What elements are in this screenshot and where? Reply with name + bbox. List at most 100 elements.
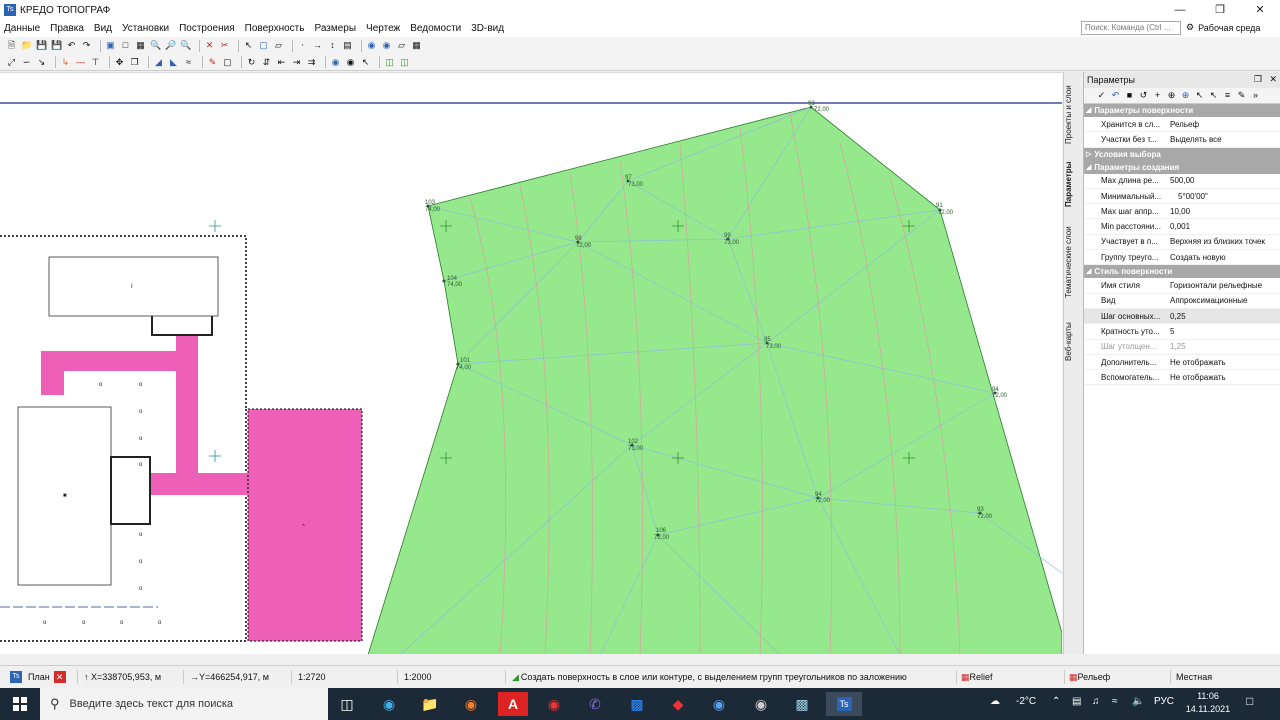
active-layer[interactable]: ▦Relief [961,670,1065,684]
param-value[interactable]: Не отображать [1168,358,1226,367]
dock-icon[interactable]: ❐ [1254,74,1262,84]
break-icon[interactable]: ⊤ [90,57,101,68]
building[interactable] [48,256,219,317]
minimize-icon[interactable]: — [1160,0,1200,20]
view-mode-icon[interactable]: ◉ [381,40,392,51]
param-value[interactable]: 5°00'00" [1168,192,1208,201]
menu-3d-view[interactable]: 3D-вид [471,23,504,34]
tab-projects-layers[interactable]: Проекты и слои [1064,80,1084,150]
eye-icon[interactable]: ◉ [366,40,377,51]
undo-step-icon[interactable]: ↶ [1110,90,1121,101]
param-row[interactable]: Max длина ре... 500,00 [1084,174,1280,189]
export-icon[interactable]: ◫ [384,57,395,68]
new-file-icon[interactable]: 🗎 [6,40,17,51]
notifications-icon[interactable]: □ [1246,694,1253,708]
tab-parameters[interactable]: Параметры [1064,158,1084,210]
param-row[interactable]: Минимальный... 5°00'00" [1084,189,1280,205]
anydesk-icon[interactable]: ◆ [663,692,693,716]
measure-icon[interactable]: ↘ [36,57,47,68]
window-icon[interactable]: □ [120,40,131,51]
surface-icon[interactable]: ◣ [168,57,179,68]
param-row[interactable]: Имя стиля Горизонтали рельефные [1084,278,1280,294]
zoom-in-icon[interactable]: 🔍 [150,40,161,51]
network-icon[interactable]: ▤ [1072,696,1081,707]
volume-icon[interactable]: ♫ [1092,696,1100,707]
delete-icon[interactable]: ✕ [204,40,215,51]
close-icon[interactable]: ✕ [1240,0,1280,20]
coordinate-system[interactable]: Местная [1176,670,1276,684]
line-icon[interactable]: — [75,57,86,68]
table-icon[interactable]: ▤ [342,40,353,51]
param-value[interactable]: 0,25 [1168,312,1186,321]
distribute-icon[interactable]: ⇥ [291,57,302,68]
param-value[interactable]: Выделять все [1168,135,1222,144]
select-tool-icon[interactable]: ↖ [1194,90,1205,101]
plan-drawing[interactable]: 93 72,00 97 73,00 91 72,00 103 74,00 98 … [0,73,1062,654]
command-search-input[interactable]: Поиск: Команда (Ctrl ... [1081,21,1181,35]
menu-view[interactable]: Вид [94,23,112,34]
pin-icon[interactable]: ◉ [330,57,341,68]
workspace-selector[interactable]: ⚙ Рабочая среда [1186,22,1260,33]
align-icon[interactable]: ⇤ [276,57,287,68]
stop-icon[interactable]: ■ [1124,90,1135,101]
select-contour-icon[interactable]: ▱ [273,40,284,51]
group-creation-params[interactable]: ◢ Параметры создания [1084,160,1280,174]
parking-area[interactable] [247,408,363,642]
polyline-icon[interactable]: ∽ [21,57,32,68]
speaker-icon[interactable]: 🔈 [1132,696,1144,707]
menu-drawing[interactable]: Чертеж [366,23,400,34]
flip-icon[interactable]: ⇵ [261,57,272,68]
firefox-icon[interactable]: ◉ [456,692,486,716]
group-selection-conditions[interactable]: ▷ Условия выбора [1084,147,1280,161]
menu-reports[interactable]: Ведомости [410,23,461,34]
menu-dimensions[interactable]: Размеры [314,23,356,34]
zoom-all-icon[interactable]: 🔍 [180,40,191,51]
redo-icon[interactable]: ↷ [81,40,92,51]
select-arrow-icon[interactable]: ↖ [243,40,254,51]
tab-web-maps[interactable]: Веб-карты [1064,316,1084,368]
file-explorer-icon[interactable]: 📁 [415,692,445,716]
param-value[interactable]: Верхняя из близких точек [1168,237,1265,246]
viber-icon[interactable]: ✆ [580,692,610,716]
offset-icon[interactable]: ⇉ [306,57,317,68]
group-surface-params[interactable]: ◢ Параметры поверхности [1084,104,1280,117]
notes-icon[interactable]: ▩ [787,692,817,716]
relief-layer[interactable]: ▦Рельеф [1069,670,1171,684]
rotate-icon[interactable]: ↻ [246,57,257,68]
save-icon[interactable]: 💾 [36,40,47,51]
param-value[interactable]: 500,00 [1168,176,1194,185]
drawing-scale[interactable]: 1:2000 [404,670,506,684]
pencil-icon[interactable]: ✎ [1236,90,1247,101]
target-icon[interactable]: ⊕ [1166,90,1177,101]
group-surface-style[interactable]: ◢ Стиль поверхности [1084,265,1280,279]
param-value[interactable]: Рельеф [1168,120,1199,129]
building-annex[interactable] [110,456,151,525]
filter-icon[interactable]: ≡ [1222,90,1233,101]
record-icon[interactable]: ◉ [539,692,569,716]
import-icon[interactable]: ◫ [399,57,410,68]
point-move-icon[interactable]: → [312,40,323,51]
node-icon[interactable]: ↳ [60,57,71,68]
param-value[interactable]: 10,00 [1168,207,1190,216]
menu-constructions[interactable]: Построения [179,23,235,34]
language-indicator[interactable]: РУС [1154,696,1174,707]
param-value[interactable]: Аппроксимационные [1168,296,1247,305]
edge-icon[interactable]: ◉ [374,692,404,716]
param-row[interactable]: Участвует в п... Верхняя из близких точек [1084,235,1280,251]
region-icon[interactable]: ▢ [222,57,233,68]
credo-topograf-task-icon[interactable]: Ts [826,692,862,716]
param-row[interactable]: Участки без т... Выделять все [1084,132,1280,148]
point-edit-icon[interactable]: ↕ [327,40,338,51]
param-value[interactable]: 0,001 [1168,222,1190,231]
undo-icon[interactable]: ↶ [66,40,77,51]
param-row[interactable]: Группу треуго... Создать новую [1084,250,1280,266]
save-all-icon[interactable]: 💾 [51,40,62,51]
step-back-icon[interactable]: ↺ [1138,90,1149,101]
layers-icon[interactable]: ▣ [105,40,116,51]
param-row[interactable]: Шаг основных... 0,25 [1084,308,1280,325]
copy-icon[interactable]: ❐ [129,57,140,68]
task-view-icon[interactable]: ◫ [332,692,362,716]
weather-icon[interactable]: ☁ [990,696,1000,707]
tab-thematic-layers[interactable]: Тематические слои [1064,220,1084,304]
param-value[interactable]: 5 [1168,327,1174,336]
